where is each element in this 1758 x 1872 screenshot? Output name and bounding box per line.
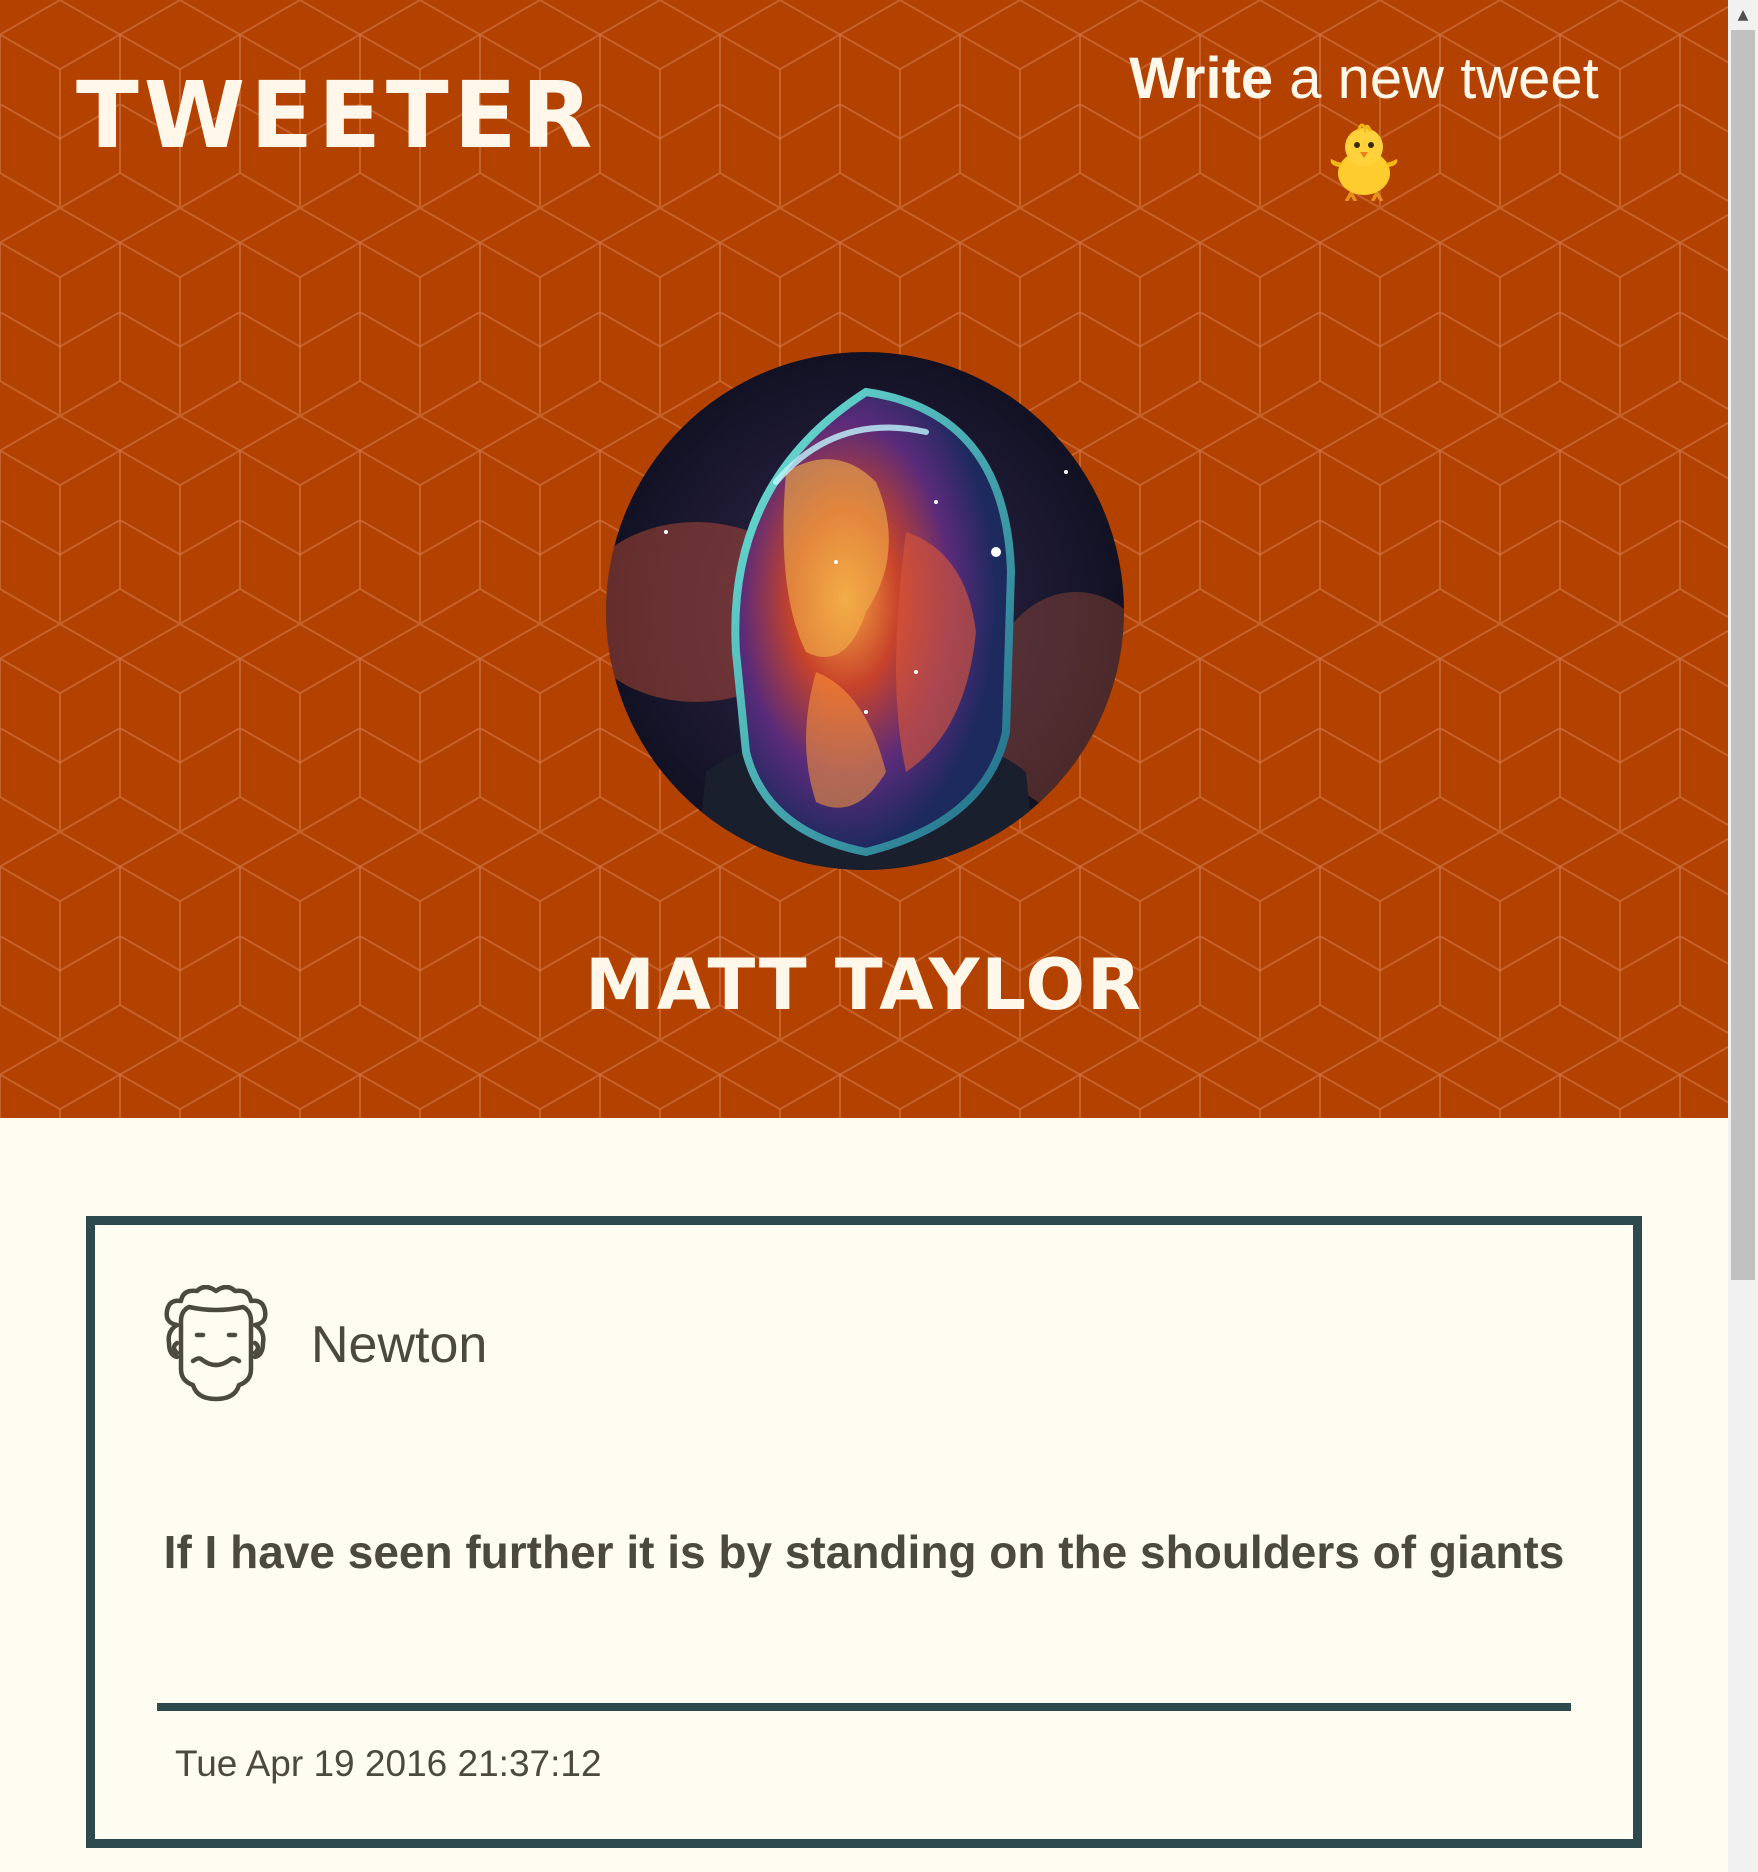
page: TWEETER Write a new tweet MATT TAYLOR ▲ … [0, 0, 1758, 1872]
tweet-text: If I have seen further it is by standing… [163, 1526, 1565, 1578]
chick-icon [1330, 123, 1398, 201]
newton-face-icon [164, 1285, 268, 1402]
profile-name: MATT TAYLOR [585, 944, 1143, 1026]
compose-label-strong: Write [1129, 46, 1274, 111]
scroll-up-arrow-icon[interactable]: ▲ [1728, 0, 1758, 30]
scrollbar-thumb[interactable] [1731, 30, 1755, 1280]
profile-avatar[interactable] [606, 352, 1124, 870]
site-header: TWEETER Write a new tweet MATT TAYLOR [0, 0, 1728, 1118]
scrollbar[interactable]: ▲ [1728, 0, 1758, 1872]
compose-label: Write a new tweet [1084, 46, 1644, 113]
site-logo[interactable]: TWEETER [76, 70, 597, 162]
tweet-author: Newton [311, 1316, 488, 1374]
tweet-divider [157, 1703, 1571, 1711]
cosmic-helmet-avatar [606, 352, 1124, 870]
compose-label-rest: a new tweet [1273, 46, 1599, 111]
tweet-header: Newton [159, 1285, 487, 1405]
tweet-timestamp: Tue Apr 19 2016 21:37:12 [175, 1743, 602, 1784]
tweet-card: Newton If I have seen further it is by s… [86, 1216, 1642, 1848]
compose-tweet-button[interactable]: Write a new tweet [1084, 46, 1644, 201]
